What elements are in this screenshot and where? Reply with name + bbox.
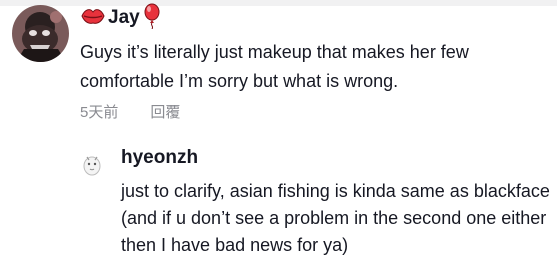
reply-avatar[interactable]	[78, 150, 106, 178]
comment-meta: 5天前 回覆	[80, 101, 180, 122]
reply-button[interactable]: 回覆	[150, 101, 180, 122]
avatar[interactable]	[12, 5, 69, 62]
username-row: Jay	[81, 3, 162, 34]
reply-text: just to clarify, asian fishing is kinda …	[121, 181, 550, 255]
comment-username[interactable]: Jay	[108, 7, 140, 29]
balloon-icon	[142, 3, 162, 34]
reply-username[interactable]: hyeonzh	[121, 147, 198, 169]
lips-icon	[81, 7, 105, 30]
comment-timestamp: 5天前	[80, 104, 119, 121]
comment-text: Guys it’s literally just makeup that mak…	[80, 42, 469, 91]
